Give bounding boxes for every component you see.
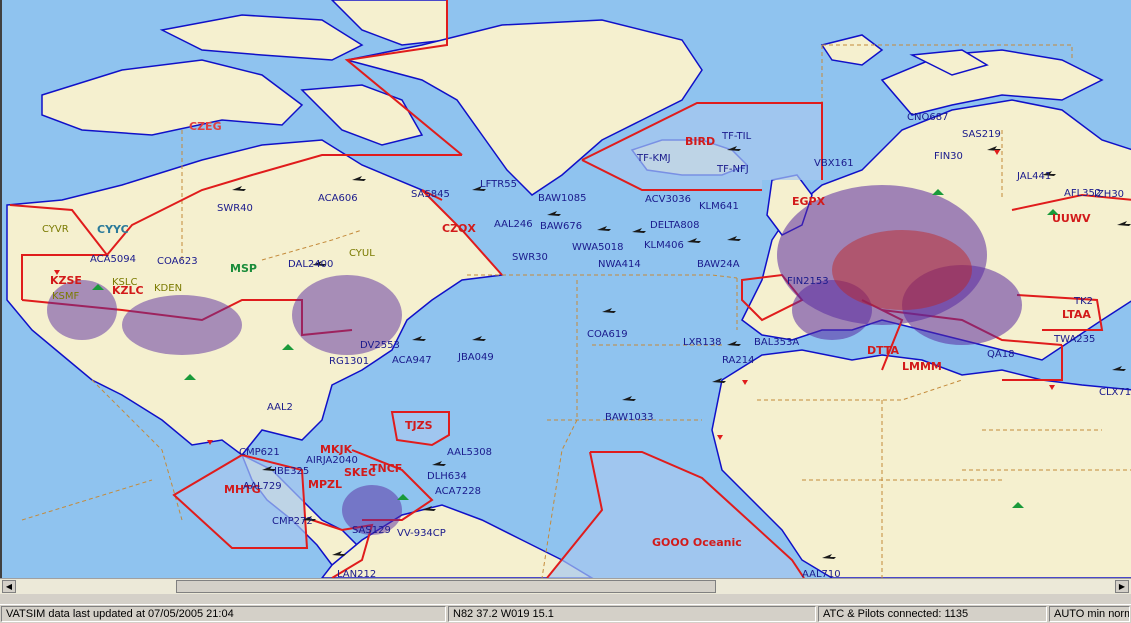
center-label[interactable]: CYYC <box>97 223 129 236</box>
flight-label[interactable]: BAL353A <box>754 337 799 348</box>
flight-label[interactable]: ACA5094 <box>90 254 136 265</box>
flight-label[interactable]: CMP272 <box>272 516 313 527</box>
flight-label[interactable]: BAW24A <box>697 259 740 270</box>
flight-label[interactable]: TK2 <box>1074 296 1093 307</box>
flight-label[interactable]: COA623 <box>157 256 198 267</box>
flight-label[interactable]: JAL441 <box>1017 171 1051 182</box>
flight-label[interactable]: SAS219 <box>962 129 1001 140</box>
flight-label[interactable]: ACA7228 <box>435 486 481 497</box>
fir-label[interactable]: UUWV <box>1052 212 1091 225</box>
flight-label[interactable]: VV-934CP <box>397 528 446 539</box>
status-updated: VATSIM data last updated at 07/05/2005 2… <box>1 606 446 622</box>
status-mode[interactable]: AUTO min norm <box>1049 606 1130 622</box>
flight-label[interactable]: DAL2400 <box>288 259 333 270</box>
flight-label[interactable]: FIN2153 <box>787 276 829 287</box>
flight-label[interactable]: AAL246 <box>494 219 533 230</box>
radar-map[interactable]: CZEG BIRD CZQX KZSE KZLC LTAA TJZS MKJK … <box>0 0 1131 578</box>
flight-label[interactable]: BAW1085 <box>538 193 587 204</box>
flight-label[interactable]: KLM406 <box>644 240 684 251</box>
fir-label[interactable]: CZQX <box>442 222 476 235</box>
flight-label[interactable]: SWR30 <box>512 252 548 263</box>
flight-label[interactable]: DLH634 <box>427 471 467 482</box>
flight-label[interactable]: FIN30 <box>934 151 963 162</box>
fir-label[interactable]: LTAA <box>1062 308 1091 321</box>
flight-label[interactable]: CMP621 <box>239 447 280 458</box>
airport-label[interactable]: KSMF <box>52 291 79 302</box>
flight-label[interactable]: TF-TIL <box>722 131 751 142</box>
flight-label[interactable]: IBE325 <box>274 466 309 477</box>
flight-label[interactable]: ACA947 <box>392 355 432 366</box>
flight-label[interactable]: RA214 <box>722 355 754 366</box>
scroll-thumb[interactable] <box>176 580 716 593</box>
fir-label[interactable]: CZEG <box>189 120 222 133</box>
flight-label[interactable]: SWR40 <box>217 203 253 214</box>
flight-label[interactable]: LXR138 <box>683 337 721 348</box>
flight-label[interactable]: SAS845 <box>411 189 450 200</box>
flight-label[interactable]: AAL729 <box>243 481 282 492</box>
flight-label[interactable]: JBA049 <box>458 352 494 363</box>
fir-label[interactable]: MPZL <box>308 478 342 491</box>
fir-label[interactable]: TJZS <box>405 419 433 432</box>
flight-label[interactable]: TF-KMJ <box>637 153 671 164</box>
flight-label[interactable]: COA619 <box>587 329 628 340</box>
fir-label[interactable]: KZSE <box>50 274 82 287</box>
flight-label[interactable]: AAL710 <box>802 569 841 578</box>
flight-label[interactable]: BAW676 <box>540 221 582 232</box>
flight-label[interactable]: IZH30 <box>1094 189 1124 200</box>
flight-label[interactable]: TWA235 <box>1054 334 1095 345</box>
flight-label[interactable]: BAW1033 <box>605 412 654 423</box>
airport-label[interactable]: CYVR <box>42 224 69 235</box>
airport-label[interactable]: CYUL <box>349 248 375 259</box>
fir-label[interactable]: BIRD <box>685 135 715 148</box>
airport-label[interactable]: KDEN <box>154 283 182 294</box>
horizontal-scrollbar[interactable]: ◀ ▶ <box>0 578 1131 594</box>
flight-label[interactable]: NWA414 <box>598 259 641 270</box>
flight-label[interactable]: CNO687 <box>907 112 948 123</box>
flight-label[interactable]: ACV3036 <box>645 194 691 205</box>
center-label[interactable]: MSP <box>230 262 257 275</box>
status-bar: VATSIM data last updated at 07/05/2005 2… <box>0 604 1131 623</box>
flight-label[interactable]: DV2553 <box>360 340 400 351</box>
fir-label[interactable]: EGPX <box>792 195 825 208</box>
flight-label[interactable]: RG1301 <box>329 356 369 367</box>
fir-label[interactable]: LMMM <box>902 360 942 373</box>
flight-label[interactable]: TF-NFJ <box>717 164 749 175</box>
scroll-right-button[interactable]: ▶ <box>1115 580 1129 593</box>
flight-label[interactable]: AAL5308 <box>447 447 492 458</box>
fir-label[interactable]: DTTA <box>867 344 899 357</box>
flight-label[interactable]: LFTR55 <box>480 179 517 190</box>
flight-label[interactable]: KLM641 <box>699 201 739 212</box>
flight-label[interactable]: ACA606 <box>318 193 358 204</box>
flight-label[interactable]: WWA5018 <box>572 242 624 253</box>
flight-label[interactable]: AAL2 <box>267 402 293 413</box>
flight-label[interactable]: LAN212 <box>337 569 376 578</box>
flight-label[interactable]: QA18 <box>987 349 1014 360</box>
airport-label[interactable]: KSLC <box>112 277 137 288</box>
flight-label[interactable]: SAS129 <box>352 525 391 536</box>
fir-label[interactable]: GOOO Oceanic <box>652 536 742 549</box>
fir-label[interactable]: TNCF <box>370 462 402 475</box>
status-coordinates: N82 37.2 W019 15.1 <box>448 606 816 622</box>
flight-label[interactable]: AIRJA2040 <box>306 455 358 466</box>
scroll-left-button[interactable]: ◀ <box>2 580 16 593</box>
flight-label[interactable]: VBX161 <box>814 158 854 169</box>
flight-label[interactable]: DELTA808 <box>650 220 699 231</box>
flight-label[interactable]: CLX71 <box>1099 387 1131 398</box>
status-connected: ATC & Pilots connected: 1135 <box>818 606 1047 622</box>
